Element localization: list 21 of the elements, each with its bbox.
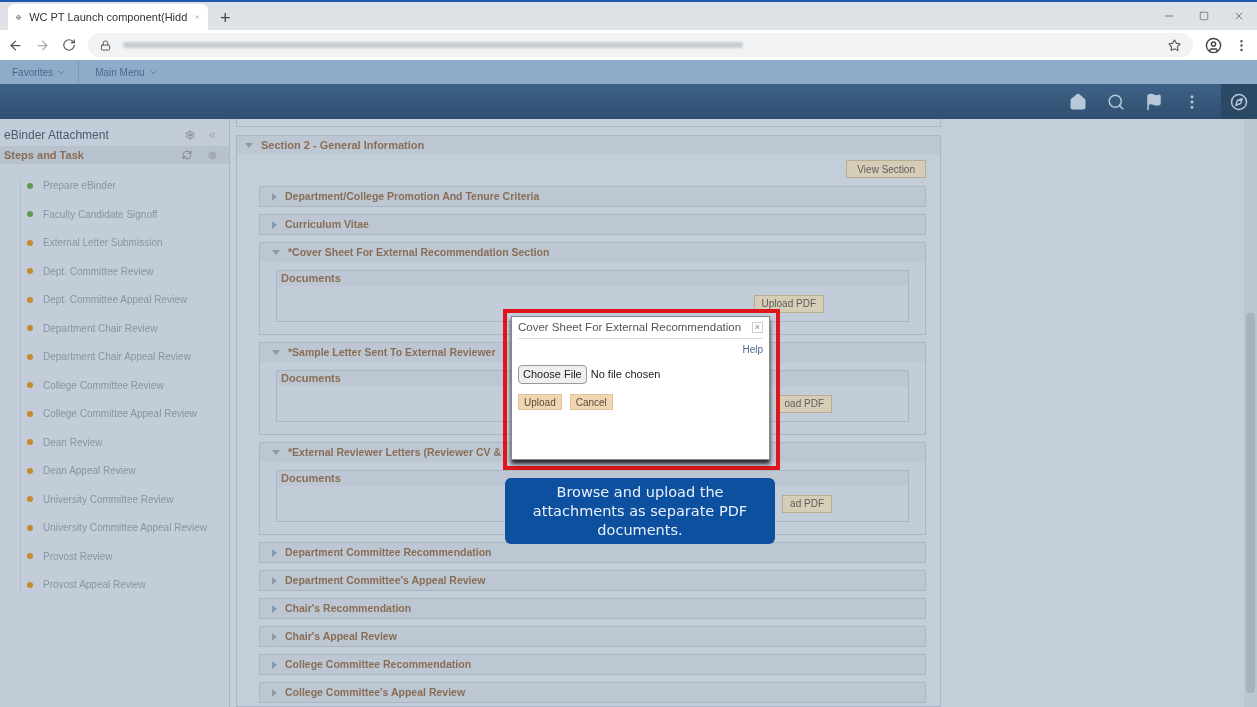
subsection-title: Curriculum Vitae bbox=[285, 216, 369, 232]
documents-label: Documents bbox=[281, 471, 341, 487]
subsection-title: Chair's Recommendation bbox=[285, 600, 412, 616]
subsection-title: *Cover Sheet For External Recommendation Section bbox=[288, 244, 550, 260]
tab-title: WC PT Launch component(Hidd bbox=[29, 9, 188, 25]
steps-title: Steps and Task bbox=[4, 147, 85, 163]
subsection-title: Department/College Promotion And Tenure Criteria bbox=[285, 188, 540, 204]
callout-text: Browse and upload the attachments as separate PDF documents. bbox=[531, 482, 749, 540]
subsection-title: *External Reviewer Letters (Reviewer CV & bbox=[288, 444, 501, 460]
file-status: No file chosen bbox=[590, 367, 661, 383]
sidebar-title: eBinder Attachment bbox=[4, 127, 110, 144]
dialog-title: Cover Sheet For External Recommendation bbox=[518, 319, 743, 335]
section-title: Section 2 - General Information bbox=[261, 137, 425, 153]
subsection-title: College Committee's Appeal Review bbox=[285, 684, 466, 700]
subsection-title: College Committee Recommendation bbox=[285, 656, 472, 672]
subsection-title: *Sample Letter Sent To External Reviewer bbox=[288, 344, 496, 360]
documents-label: Documents bbox=[281, 371, 341, 387]
subsection-title: Department Committee Recommendation bbox=[285, 544, 492, 560]
subsection-title: Department Committee's Appeal Review bbox=[285, 572, 486, 588]
subsection-title: Chair's Appeal Review bbox=[285, 628, 397, 644]
documents-label: Documents bbox=[281, 271, 341, 287]
